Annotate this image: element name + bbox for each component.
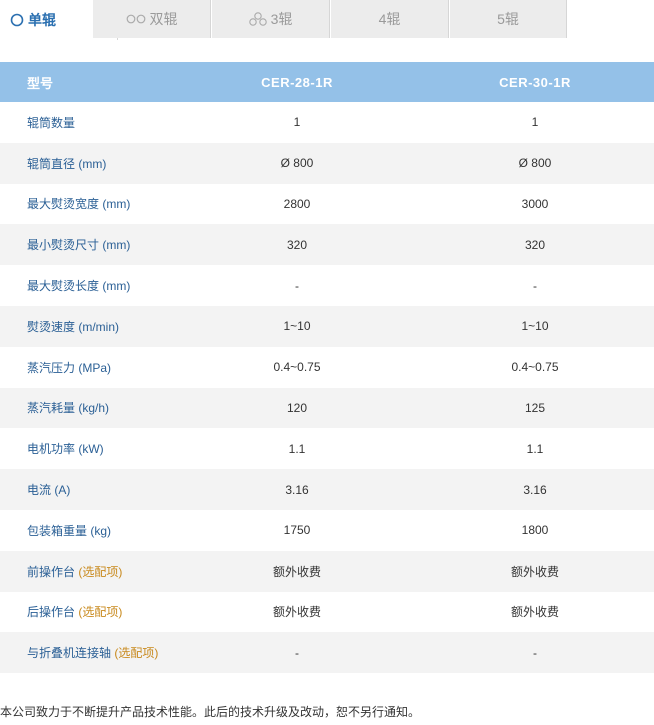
row-label: 辊筒直径 (mm) (27, 156, 107, 171)
table-row: 蒸汽耗量 (kg/h) 120 125 (0, 387, 654, 429)
table-header: 型号 CER-28-1R CER-30-1R (0, 62, 654, 102)
row-label: 熨烫速度 (m/min) (27, 319, 119, 334)
row-value-2: 1~10 (521, 319, 549, 334)
table-row: 后操作台 (选配项) 额外收费 额外收费 (0, 592, 654, 633)
tab-double-roller[interactable]: 双辊 (93, 0, 211, 38)
tab-five-roller[interactable]: 5辊 (450, 0, 567, 38)
tab-triple-roller[interactable]: 3辊 (212, 0, 330, 38)
row-value-1: 2800 (283, 196, 311, 211)
tab-label: 双辊 (149, 11, 178, 27)
table-row: 与折叠机连接轴 (选配项) - - (0, 632, 654, 674)
single-roller-icon (10, 13, 24, 27)
row-label: 电流 (A) (27, 483, 71, 498)
table-row: 最大熨烫宽度 (mm) 2800 3000 (0, 184, 654, 225)
row-value-2: 320 (524, 237, 546, 252)
row-value-1: 1750 (283, 523, 311, 538)
row-value-1: 320 (286, 237, 308, 252)
disclaimer-text: 本公司致力于不断提升产品技术性能。此后的技术升级及改动，恕不另行通知。 (0, 705, 421, 719)
row-value-2: 3.16 (523, 482, 547, 497)
row-value-2: 125 (524, 400, 546, 415)
tab-label: 4辊 (378, 11, 401, 27)
header-model-1: CER-28-1R (261, 74, 333, 90)
row-label: 电机功率 (kW) (27, 442, 104, 457)
row-label: 后操作台 (选配项) (27, 605, 123, 620)
row-value-1: - (295, 278, 299, 293)
row-value-2: 3000 (521, 196, 549, 211)
row-value-1: 120 (286, 400, 308, 415)
table-row: 辊筒直径 (mm) Ø 800 Ø 800 (0, 142, 654, 184)
row-value-2: 额外收费 (510, 605, 559, 620)
row-value-2: 额外收费 (510, 564, 559, 579)
spec-table: 型号 CER-28-1R CER-30-1R 辊筒数量 1 1 辊筒直径 (mm… (0, 62, 654, 674)
row-value-1: - (295, 645, 299, 660)
table-row: 最大熨烫长度 (mm) - - (0, 265, 654, 306)
row-value-1: 额外收费 (272, 564, 321, 579)
tab-label: 单辊 (28, 12, 56, 28)
tab-label: 5辊 (497, 11, 519, 27)
row-label: 前操作台 (选配项) (27, 564, 123, 579)
row-value-2: Ø 800 (518, 156, 552, 171)
option-tag: (选配项) (78, 564, 123, 579)
tab-four-roller[interactable]: 4辊 (331, 0, 449, 38)
header-model-label: 型号 (27, 75, 54, 91)
row-label: 最大熨烫宽度 (mm) (27, 197, 131, 212)
triple-roller-icon (248, 12, 267, 26)
row-value-1: 1 (293, 115, 301, 130)
table-row: 前操作台 (选配项) 额外收费 额外收费 (0, 550, 654, 592)
row-value-2: 1800 (521, 523, 549, 538)
table-row: 蒸汽压力 (MPa) 0.4~0.75 0.4~0.75 (0, 347, 654, 388)
table-row: 电机功率 (kW) 1.1 1.1 (0, 428, 654, 469)
row-value-1: 额外收费 (272, 605, 321, 620)
row-value-1: 1.1 (288, 441, 306, 456)
row-value-1: Ø 800 (280, 156, 314, 171)
row-label: 最小熨烫尺寸 (mm) (27, 238, 131, 253)
row-value-1: 3.16 (285, 482, 309, 497)
row-label: 最大熨烫长度 (mm) (27, 279, 131, 294)
double-roller-icon (126, 14, 146, 24)
row-value-2: - (533, 645, 537, 660)
tab-label: 3辊 (270, 11, 293, 27)
row-label: 与折叠机连接轴 (选配项) (27, 646, 159, 661)
row-value-2: 1.1 (526, 441, 544, 456)
row-value-1: 1~10 (283, 319, 311, 334)
table-row: 熨烫速度 (m/min) 1~10 1~10 (0, 305, 654, 347)
table-row: 包装箱重量 (kg) 1750 1800 (0, 510, 654, 551)
row-label: 蒸汽压力 (MPa) (27, 360, 112, 375)
row-value-1: 0.4~0.75 (273, 360, 321, 375)
option-tag: (选配项) (114, 646, 159, 661)
roller-tabs: 单辊 双辊 3辊 4辊 5辊 (0, 0, 654, 40)
row-value-2: - (533, 278, 537, 293)
row-value-2: 1 (531, 115, 539, 130)
option-tag: (选配项) (78, 605, 123, 620)
row-label: 包装箱重量 (kg) (27, 523, 112, 538)
header-model-2: CER-30-1R (499, 74, 571, 90)
row-value-2: 0.4~0.75 (511, 360, 559, 375)
row-label: 蒸汽耗量 (kg/h) (27, 401, 110, 416)
table-row: 最小熨烫尺寸 (mm) 320 320 (0, 224, 654, 266)
table-row: 辊筒数量 1 1 (0, 102, 654, 143)
table-row: 电流 (A) 3.16 3.16 (0, 469, 654, 510)
row-label: 辊筒数量 (27, 115, 76, 130)
